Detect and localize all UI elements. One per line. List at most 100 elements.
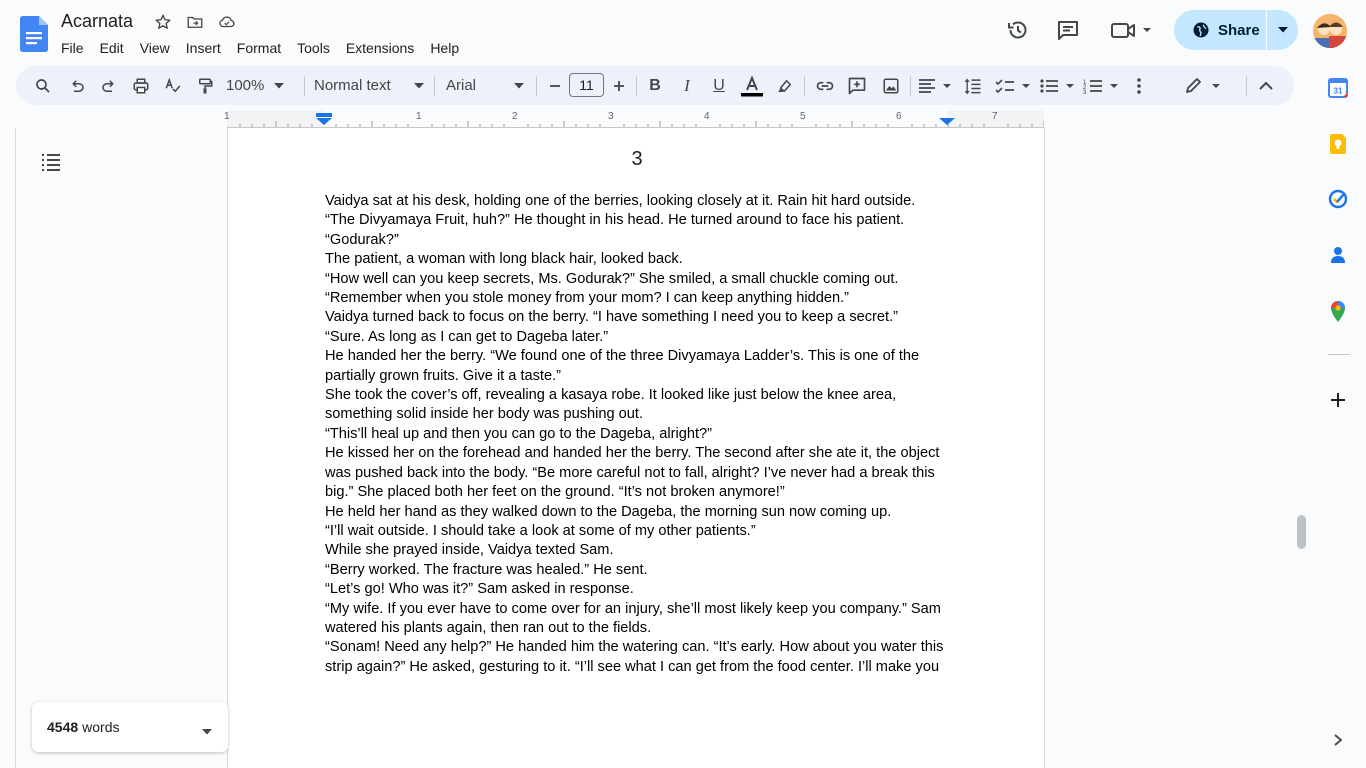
divider [804, 76, 805, 96]
share-label: Share [1218, 21, 1260, 39]
zoom-value: 100% [226, 77, 265, 94]
keep-icon[interactable] [1327, 133, 1349, 155]
paragraph: He handed her the berry. “We found one o… [325, 348, 920, 384]
paragraph: While she prayed inside, Vaidya texted S… [325, 542, 614, 559]
document-body[interactable]: Vaidya sat at his desk, holding one of t… [325, 192, 955, 677]
text-color-icon[interactable] [738, 66, 766, 105]
ruler-label-3: 3 [608, 111, 614, 122]
zoom-select[interactable]: 100% [226, 66, 296, 105]
ruler-label-1: 1 [416, 111, 422, 122]
cloud-saved-icon[interactable] [214, 11, 240, 33]
redo-icon[interactable] [96, 66, 122, 105]
style-select[interactable]: Normal text [314, 66, 424, 105]
paragraph: Vaidya sat at his desk, holding one of t… [325, 193, 916, 209]
divider [434, 76, 435, 96]
add-comment-icon[interactable] [844, 66, 870, 105]
maps-icon[interactable] [1327, 300, 1349, 322]
title-bar: Acarnata File Edit View Insert Format To… [0, 0, 1366, 64]
bulleted-list-icon[interactable] [1038, 66, 1078, 105]
side-panel: 31 [1310, 64, 1366, 768]
divider [636, 76, 637, 96]
highlight-color-icon[interactable] [772, 66, 798, 105]
menu-tools[interactable]: Tools [289, 36, 338, 60]
ruler-label-6: 6 [896, 111, 902, 122]
ruler-label-4: 4 [704, 111, 710, 122]
paragraph: “Berry worked. The fracture was healed.”… [325, 561, 648, 578]
increase-font-size-icon[interactable] [608, 66, 630, 105]
spellcheck-icon[interactable] [160, 66, 186, 105]
italic-icon[interactable]: I [674, 66, 700, 105]
underline-icon[interactable]: U [706, 66, 732, 105]
caret-down-icon [1277, 27, 1288, 33]
ruler-label-2: 2 [512, 111, 518, 122]
align-left-icon[interactable] [916, 66, 954, 105]
svg-text:31: 31 [1334, 87, 1343, 96]
menu-bar: File Edit View Insert Format Tools Exten… [53, 36, 467, 60]
numbered-list-icon[interactable]: 123 [1082, 66, 1122, 105]
search-menus-icon[interactable] [30, 66, 56, 105]
star-icon[interactable] [150, 11, 176, 33]
line-spacing-icon[interactable] [960, 66, 986, 105]
undo-icon[interactable] [64, 66, 90, 105]
paragraph: “This’ll heal up and then you can go to … [325, 425, 712, 442]
paragraph: “How well can you keep secrets, Ms. Godu… [325, 270, 899, 287]
paragraph: She took the cover’s off, revealing a ka… [325, 387, 897, 423]
divider [536, 76, 537, 96]
menu-file[interactable]: File [53, 36, 92, 60]
ruler[interactable]: 1 1 2 3 4 5 6 7 [224, 110, 1045, 128]
document-title[interactable]: Acarnata [61, 9, 133, 33]
paragraph: “My wife. If you ever have to come over … [325, 600, 941, 636]
menu-view[interactable]: View [132, 36, 178, 60]
word-count-panel[interactable]: 4548 words [32, 702, 228, 752]
print-icon[interactable] [128, 66, 154, 105]
paragraph: He kissed her on the forehead and handed… [325, 445, 940, 501]
globe-icon [1193, 22, 1209, 38]
paragraph: “Remember when you stole money from your… [325, 290, 850, 307]
comments-icon[interactable] [1056, 18, 1080, 42]
collapse-menus-icon[interactable] [1254, 66, 1278, 105]
paragraph: Vaidya turned back to focus on the berry… [325, 309, 898, 326]
decrease-font-size-icon[interactable] [544, 66, 566, 105]
document-outline-icon[interactable] [40, 151, 62, 173]
menu-extensions[interactable]: Extensions [338, 36, 422, 60]
divider [304, 76, 305, 96]
share-button[interactable]: Share [1174, 10, 1266, 50]
paint-format-icon[interactable] [192, 66, 218, 105]
avatar[interactable] [1313, 14, 1347, 48]
ruler-label-7: 7 [992, 111, 998, 122]
paragraph: The patient, a woman with long black hai… [325, 251, 683, 268]
calendar-icon[interactable]: 31 [1327, 77, 1349, 99]
caret-down-icon [414, 82, 424, 88]
tasks-icon[interactable] [1327, 188, 1349, 210]
vertical-scrollbar-thumb[interactable] [1297, 515, 1306, 549]
version-history-icon[interactable] [1006, 18, 1030, 42]
menu-help[interactable]: Help [422, 36, 467, 60]
paragraph: “Let’s go! Who was it?” Sam asked in res… [325, 581, 634, 598]
document-page[interactable]: 3 Vaidya sat at his desk, holding one of… [227, 128, 1045, 768]
contacts-icon[interactable] [1327, 244, 1349, 266]
word-count-label: words [82, 719, 120, 735]
chevron-right-icon[interactable] [1327, 729, 1349, 751]
bold-icon[interactable]: B [642, 66, 668, 105]
meet-video-icon[interactable] [1110, 18, 1154, 42]
checklist-icon[interactable] [994, 66, 1034, 105]
paragraph: “I’ll wait outside. I should take a look… [325, 522, 756, 539]
page-number: 3 [631, 148, 643, 170]
font-size-input[interactable]: 11 [569, 73, 604, 97]
move-to-folder-icon[interactable] [182, 11, 208, 33]
font-select[interactable]: Arial [446, 66, 524, 105]
docs-logo-icon[interactable] [20, 16, 48, 52]
plus-icon[interactable] [1327, 389, 1349, 411]
more-options-icon[interactable] [1128, 66, 1150, 105]
menu-edit[interactable]: Edit [92, 36, 132, 60]
insert-image-icon[interactable] [878, 66, 904, 105]
caret-down-icon [274, 82, 285, 88]
divider [1246, 76, 1247, 96]
paragraph: “Sonam! Need any help?” He handed him th… [325, 639, 944, 675]
paragraph: “The Divyamaya Fruit, huh?” He thought i… [325, 212, 905, 248]
menu-format[interactable]: Format [229, 36, 289, 60]
editing-mode-icon[interactable] [1184, 66, 1224, 105]
menu-insert[interactable]: Insert [178, 36, 229, 60]
caret-down-icon[interactable] [202, 722, 212, 738]
insert-link-icon[interactable] [812, 66, 838, 105]
